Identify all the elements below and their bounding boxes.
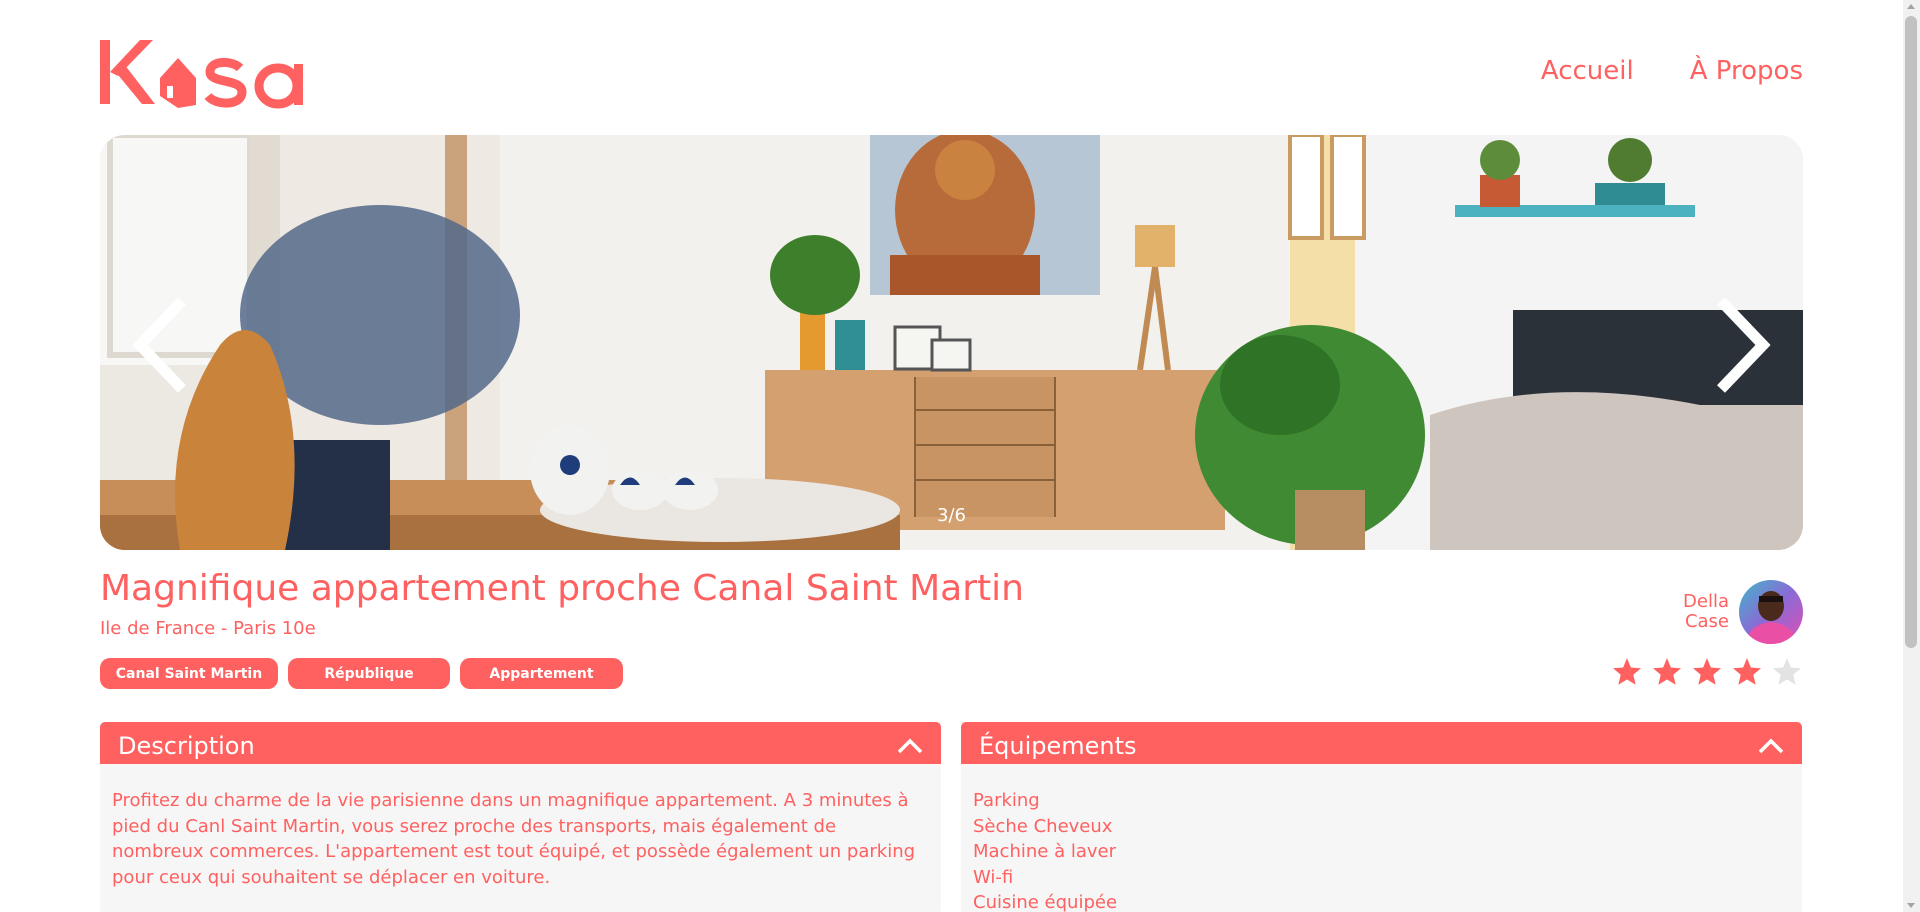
host-first-name: Della bbox=[1683, 591, 1729, 612]
tag: République bbox=[288, 658, 450, 689]
tag-list: Canal Saint Martin République Appartemen… bbox=[100, 658, 623, 689]
nav-link-home[interactable]: Accueil bbox=[1541, 56, 1634, 86]
star-icon bbox=[1733, 658, 1761, 685]
scroll-down-arrow[interactable] bbox=[1907, 903, 1915, 908]
equipments-toggle[interactable]: Équipements bbox=[961, 722, 1802, 769]
listing-info: Magnifique appartement proche Canal Sain… bbox=[100, 568, 1803, 698]
host-name: Della Case bbox=[1683, 592, 1729, 632]
star-empty-icon bbox=[1773, 658, 1801, 685]
nav-link-about[interactable]: À Propos bbox=[1690, 56, 1803, 86]
equipments-collapse: Équipements Parking Sèche Cheveux Machin… bbox=[961, 722, 1802, 912]
star-icon bbox=[1613, 658, 1641, 685]
equipment-item: Cuisine équipée bbox=[973, 892, 1118, 912]
scroll-up-arrow[interactable] bbox=[1907, 4, 1915, 9]
star-icon bbox=[1653, 658, 1681, 685]
description-collapse: Description Profitez du charme de la vie… bbox=[100, 722, 941, 912]
details-collapses: Description Profitez du charme de la vie… bbox=[100, 722, 1803, 912]
rating-stars bbox=[1611, 656, 1803, 688]
photo-carousel: 3/6 bbox=[100, 135, 1803, 550]
equipment-item: Wi-fi bbox=[973, 866, 1014, 888]
tag: Canal Saint Martin bbox=[100, 658, 278, 689]
equipment-item: Machine à laver bbox=[973, 841, 1116, 862]
kasa-logo[interactable] bbox=[100, 38, 312, 110]
equipment-item: Sèche Cheveux bbox=[973, 815, 1113, 837]
listing-title: Magnifique appartement proche Canal Sain… bbox=[100, 568, 1024, 609]
star-icon bbox=[1693, 658, 1721, 685]
chevron-up-icon[interactable] bbox=[1758, 738, 1784, 754]
equipments-title: Équipements bbox=[979, 731, 1137, 760]
listing-photo bbox=[100, 135, 1803, 550]
description-body: Profitez du charme de la vie parisienne … bbox=[100, 764, 941, 912]
carousel-prev-arrow[interactable] bbox=[128, 293, 192, 397]
host-info: Della Case bbox=[1683, 580, 1803, 644]
carousel-next-arrow[interactable] bbox=[1711, 293, 1775, 397]
site-header: Accueil À Propos bbox=[100, 38, 1803, 110]
tag: Appartement bbox=[460, 658, 623, 689]
equipment-list: Parking Sèche Cheveux Machine à laver Wi… bbox=[973, 788, 1790, 912]
chevron-up-icon[interactable] bbox=[897, 738, 923, 754]
equipments-body: Parking Sèche Cheveux Machine à laver Wi… bbox=[961, 764, 1802, 912]
page-scrollbar[interactable] bbox=[1903, 0, 1920, 912]
host-last-name: Case bbox=[1684, 611, 1729, 632]
carousel-counter: 3/6 bbox=[937, 505, 966, 526]
description-title: Description bbox=[118, 731, 255, 760]
description-text: Profitez du charme de la vie parisienne … bbox=[112, 790, 916, 888]
scrollbar-thumb[interactable] bbox=[1905, 16, 1917, 648]
equipment-item: Parking bbox=[973, 790, 1040, 811]
description-toggle[interactable]: Description bbox=[100, 722, 941, 769]
main-nav: Accueil À Propos bbox=[1541, 56, 1803, 86]
host-avatar bbox=[1739, 580, 1803, 644]
listing-location: Ile de France - Paris 10e bbox=[100, 618, 316, 639]
